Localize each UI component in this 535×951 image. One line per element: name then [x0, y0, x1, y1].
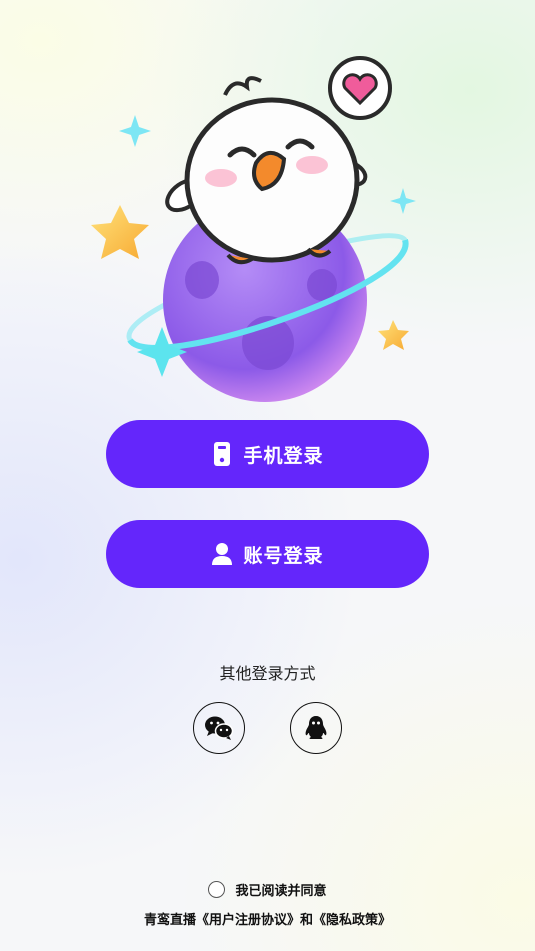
star-icon	[91, 205, 149, 259]
agree-radio[interactable]	[208, 881, 226, 898]
phone-login-button[interactable]: 手机登录	[106, 420, 429, 488]
sparkle-icon	[390, 188, 416, 214]
phone-login-label: 手机登录	[243, 444, 324, 467]
privacy-policy-link[interactable]: 《隐私政策》	[313, 913, 391, 928]
other-login-methods-title: 其他登录方式	[219, 664, 316, 683]
account-login-button[interactable]: 账号登录	[106, 520, 429, 588]
mascot-illustration	[91, 56, 416, 402]
agreement-row: 我已阅读并同意	[0, 880, 535, 899]
app-name-text: 青鸾直播	[143, 913, 196, 928]
account-login-label: 账号登录	[243, 544, 324, 567]
and-text: 和	[300, 913, 314, 928]
user-icon	[211, 541, 233, 567]
qq-penguin-icon	[305, 716, 327, 739]
user-agreement-link[interactable]: 《用户注册协议》	[196, 913, 300, 928]
read-agree-text: 我已阅读并同意	[235, 884, 327, 899]
sparkle-icon	[119, 115, 151, 147]
policy-links: 青鸾直播《用户注册协议》和《隐私政策》	[0, 909, 535, 928]
wechat-icon	[205, 716, 234, 740]
heart-bubble-icon	[328, 56, 392, 120]
star-icon	[378, 320, 409, 350]
qq-login-button[interactable]	[290, 702, 342, 754]
phone-icon	[211, 441, 233, 467]
wechat-login-button[interactable]	[193, 702, 245, 754]
